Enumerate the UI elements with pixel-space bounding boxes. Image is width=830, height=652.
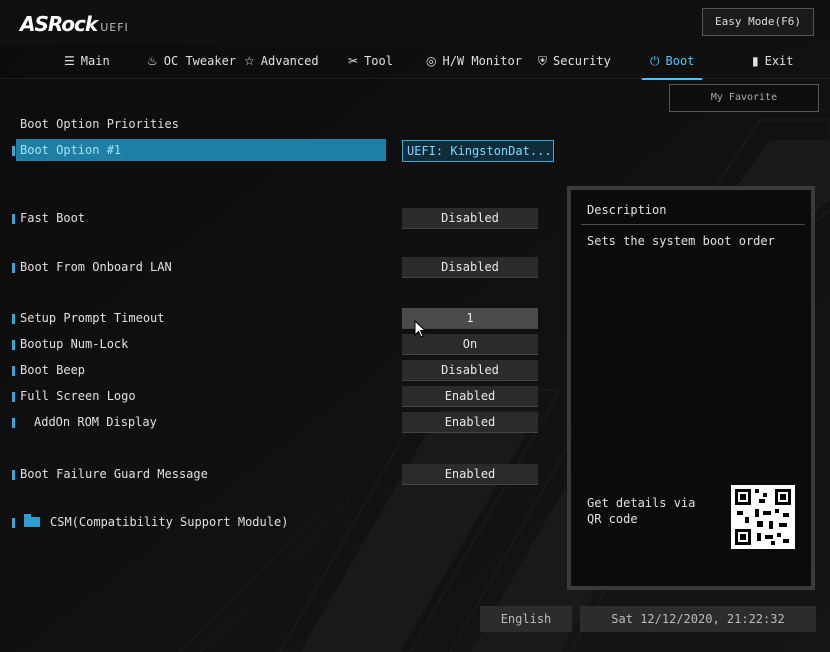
setting-csm-submenu[interactable]: CSM(Compatibility Support Module) (0, 511, 545, 533)
setting-fast-boot[interactable]: Fast Boot Disabled (0, 207, 545, 229)
fast-boot-value[interactable]: Disabled (402, 208, 538, 229)
setting-label: Setup Prompt Timeout (20, 311, 165, 325)
boot-failure-guard-value[interactable]: Enabled (402, 464, 538, 485)
setting-label: Boot Beep (20, 363, 86, 377)
boot-option-1-value[interactable]: UEFI: KingstonDat... (402, 140, 554, 162)
tab-label: Boot (665, 54, 695, 68)
info-marker-icon (12, 263, 15, 273)
qr-code-icon (731, 485, 795, 549)
description-text: Sets the system boot order (587, 234, 775, 248)
boot-beep-value[interactable]: Disabled (402, 360, 538, 381)
setting-label: Bootup Num-Lock (20, 337, 129, 351)
qr-caption: Get details via QR code (587, 496, 696, 526)
tab-label: Security (553, 54, 611, 68)
boot-from-lan-value[interactable]: Disabled (402, 257, 538, 278)
setting-boot-failure-guard[interactable]: Boot Failure Guard Message Enabled (0, 463, 545, 485)
folder-icon (24, 514, 40, 527)
info-marker-icon (12, 392, 15, 402)
language-button[interactable]: English (480, 606, 572, 632)
description-title: Description (587, 203, 667, 217)
info-marker-icon (12, 340, 15, 350)
setting-boot-beep[interactable]: Boot Beep Disabled (0, 359, 545, 381)
setting-label: AddOn ROM Display (34, 415, 157, 429)
full-screen-logo-value[interactable]: Enabled (402, 386, 538, 407)
tab-exit[interactable]: ▮ Exit (752, 44, 794, 78)
datetime-display: Sat 12/12/2020, 21:22:32 (580, 606, 816, 632)
info-marker-icon (12, 518, 15, 528)
info-marker-icon (12, 214, 15, 224)
setting-boot-option-1[interactable]: Boot Option #1 UEFI: KingstonDat... (0, 139, 554, 162)
settings-list: Boot Option #1 UEFI: KingstonDat... Fast… (0, 0, 560, 600)
easy-mode-button[interactable]: Easy Mode(F6) (702, 8, 814, 36)
tab-boot[interactable]: ⏻ Boot (641, 44, 703, 80)
setting-label: Boot Option #1 (20, 143, 122, 157)
setting-label: Full Screen Logo (20, 389, 136, 403)
setting-setup-prompt-timeout[interactable]: Setup Prompt Timeout 1 (0, 307, 545, 329)
my-favorite-button[interactable]: My Favorite (669, 84, 819, 112)
setting-label: CSM(Compatibility Support Module) (50, 515, 289, 529)
setting-addon-rom-display[interactable]: AddOn ROM Display Enabled (0, 411, 545, 433)
info-marker-icon (12, 470, 15, 480)
addon-rom-value[interactable]: Enabled (402, 412, 538, 433)
setting-bootup-num-lock[interactable]: Bootup Num-Lock On (0, 333, 545, 355)
setting-label: Boot Failure Guard Message (20, 467, 208, 481)
setting-full-screen-logo[interactable]: Full Screen Logo Enabled (0, 385, 545, 407)
door-icon: ▮ (752, 54, 759, 68)
info-marker-icon (12, 418, 15, 428)
setting-label: Fast Boot (20, 211, 86, 225)
info-marker-icon (12, 314, 15, 324)
setting-boot-from-onboard-lan[interactable]: Boot From Onboard LAN Disabled (0, 256, 545, 278)
setting-label: Boot From Onboard LAN (20, 260, 172, 274)
info-marker-icon (12, 366, 15, 376)
tab-label: Exit (764, 54, 794, 68)
mouse-cursor-icon (414, 320, 427, 338)
divider (581, 224, 805, 225)
info-marker-icon (12, 146, 15, 156)
power-icon: ⏻ (650, 54, 660, 68)
description-panel: Description Sets the system boot order G… (567, 186, 815, 590)
